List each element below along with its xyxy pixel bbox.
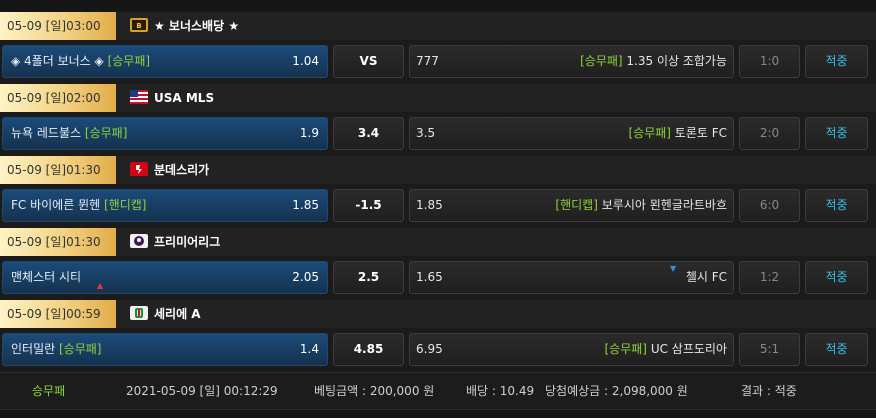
home-market: [승무패] — [107, 54, 151, 68]
result-status: 적중 — [805, 333, 868, 366]
home-odds: 1.04 — [292, 54, 319, 68]
draw-bet-button[interactable]: VS — [333, 45, 404, 78]
result-status: 적중 — [805, 189, 868, 222]
bet-datetime: 2021-05-09 [일] 00:12:29 — [126, 384, 278, 398]
away-market: [승무패] — [628, 126, 671, 140]
draw-odds: 3.4 — [357, 126, 380, 140]
match-time: 05-09 [일]00:59 — [0, 300, 116, 328]
home-odds: 1.85 — [292, 198, 319, 212]
league-name: ★ 보너스배당 ★ — [154, 19, 240, 33]
draw-bet-button[interactable]: 4.85 — [333, 333, 404, 366]
home-market: [승무패] — [59, 342, 102, 356]
home-team: 맨체스터 시티 — [11, 270, 82, 284]
away-market: [승무패] — [580, 54, 623, 68]
bet-result: 결과 : 적중 — [741, 384, 797, 398]
result-status: 적중 — [805, 45, 868, 78]
bet-summary: 승무패 2021-05-09 [일] 00:12:29 베팅금액 : 200,0… — [0, 372, 876, 410]
up-arrow-icon: ▼ — [670, 264, 677, 273]
away-odds: 1.85 — [416, 198, 443, 212]
bet-type: 승무패 — [32, 384, 66, 398]
match-row: ◈ 4폴더 보너스 ◈ [승무패] 1.04 VS 777 [승무패] 1.35… — [0, 40, 876, 84]
match-header: 05-09 [일]01:30 프리미어리그 — [0, 228, 876, 256]
league-name: 분데스리가 — [154, 163, 210, 177]
home-odds: 2.05 — [292, 270, 319, 284]
away-bet-button[interactable]: 1.85 [핸디캡] 보루시아 묀헨글라트바흐 — [409, 189, 734, 222]
bet-amount: 베팅금액 : 200,000 원 — [314, 384, 435, 398]
home-odds: 1.4 — [299, 342, 319, 356]
league-name: 프리미어리그 — [154, 235, 221, 249]
match-block: 05-09 [일]00:59 세리에 A 인터밀란 [승무패] 1.4 4.85… — [0, 300, 876, 372]
away-team: 1.35 이상 조합가능 — [626, 54, 727, 68]
match-row: 인터밀란 [승무패] 1.4 4.85 6.95 [승무패] UC 삼프도리아 … — [0, 328, 876, 372]
league-name: 세리에 A — [154, 307, 201, 321]
match-score: 2:0 — [739, 117, 800, 150]
match-row: 뉴욕 레드불스 [승무패] 1.9 3.4 3.5 [승무패] 토론토 FC 2… — [0, 112, 876, 156]
home-bet-button[interactable]: 인터밀란 [승무패] 1.4 — [2, 333, 328, 366]
match-block: 05-09 [일]02:00 USA MLS 뉴욕 레드불스 [승무패] 1.9… — [0, 84, 876, 156]
away-team: UC 삼프도리아 — [650, 342, 727, 356]
match-row: 맨체스터 시티 ▲ 2.05 2.5 1.65 ▼ 첼시 FC 1:2 적중 — [0, 256, 876, 300]
match-score: 1:2 — [739, 261, 800, 294]
result-status: 적중 — [805, 261, 868, 294]
serie-a-icon — [130, 306, 148, 320]
match-header: 05-09 [일]02:00 USA MLS — [0, 84, 876, 112]
premier-league-icon — [130, 234, 148, 248]
bonus-icon: B — [130, 18, 148, 32]
draw-odds: -1.5 — [355, 198, 382, 212]
match-time: 05-09 [일]02:00 — [0, 84, 116, 112]
svg-text:B: B — [136, 22, 141, 30]
away-team: 보루시아 묀헨글라트바흐 — [601, 198, 727, 212]
home-team: 뉴욕 레드불스 — [11, 126, 82, 140]
bundesliga-icon — [130, 162, 148, 176]
result-status: 적중 — [805, 117, 868, 150]
match-header: 05-09 [일]01:30 분데스리가 — [0, 156, 876, 184]
match-block: 05-09 [일]01:30 분데스리가 FC 바이에른 뮌헨 [핸디캡] 1.… — [0, 156, 876, 228]
home-team: 인터밀란 — [11, 342, 56, 356]
home-team: ◈ 4폴더 보너스 ◈ — [11, 54, 104, 68]
away-odds: 6.95 — [416, 342, 443, 356]
match-block: 05-09 [일]01:30 프리미어리그 맨체스터 시티 ▲ 2.05 2.5… — [0, 228, 876, 300]
away-team: 첼시 FC — [685, 270, 727, 284]
away-odds: 777 — [416, 54, 439, 68]
match-score: 1:0 — [739, 45, 800, 78]
home-bet-button[interactable]: FC 바이에른 뮌헨 [핸디캡] 1.85 — [2, 189, 328, 222]
draw-odds: VS — [359, 54, 378, 68]
home-bet-button[interactable]: ◈ 4폴더 보너스 ◈ [승무패] 1.04 — [2, 45, 328, 78]
away-team: 토론토 FC — [674, 126, 727, 140]
match-header: 05-09 [일]00:59 세리에 A — [0, 300, 876, 328]
away-bet-button[interactable]: 1.65 ▼ 첼시 FC — [409, 261, 734, 294]
draw-bet-button[interactable]: 2.5 — [333, 261, 404, 294]
league-name: USA MLS — [154, 91, 215, 105]
home-team: FC 바이에른 뮌헨 — [11, 198, 101, 212]
match-time: 05-09 [일]01:30 — [0, 228, 116, 256]
away-bet-button[interactable]: 777 [승무패] 1.35 이상 조합가능 — [409, 45, 734, 78]
draw-odds: 4.85 — [353, 342, 384, 356]
match-block: 05-09 [일]03:00 B ★ 보너스배당 ★ ◈ 4폴더 보너스 ◈ [… — [0, 12, 876, 84]
match-score: 5:1 — [739, 333, 800, 366]
expected-winnings: 당첨예상금 : 2,098,000 원 — [545, 384, 688, 398]
home-bet-button[interactable]: 뉴욕 레드불스 [승무패] 1.9 — [2, 117, 328, 150]
match-header: 05-09 [일]03:00 B ★ 보너스배당 ★ — [0, 12, 876, 40]
home-odds: 1.9 — [299, 126, 319, 140]
away-odds: 3.5 — [416, 126, 436, 140]
match-row: FC 바이에른 뮌헨 [핸디캡] 1.85 -1.5 1.85 [핸디캡] 보루… — [0, 184, 876, 228]
draw-odds: 2.5 — [357, 270, 380, 284]
draw-bet-button[interactable]: 3.4 — [333, 117, 404, 150]
match-time: 05-09 [일]03:00 — [0, 12, 116, 40]
away-market: [핸디캡] — [555, 198, 598, 212]
match-time: 05-09 [일]01:30 — [0, 156, 116, 184]
home-market: [핸디캡] — [103, 198, 147, 212]
match-score: 6:0 — [739, 189, 800, 222]
away-bet-button[interactable]: 3.5 [승무패] 토론토 FC — [409, 117, 734, 150]
away-odds: 1.65 — [416, 270, 443, 284]
away-bet-button[interactable]: 6.95 [승무패] UC 삼프도리아 — [409, 333, 734, 366]
usa-flag-icon — [130, 90, 148, 104]
away-market: [승무패] — [604, 342, 647, 356]
total-odds: 배당 : 10.49 — [466, 384, 535, 398]
down-arrow-icon: ▲ — [97, 281, 104, 290]
home-market: [승무패] — [84, 126, 128, 140]
home-bet-button[interactable]: 맨체스터 시티 ▲ 2.05 — [2, 261, 328, 294]
draw-bet-button[interactable]: -1.5 — [333, 189, 404, 222]
